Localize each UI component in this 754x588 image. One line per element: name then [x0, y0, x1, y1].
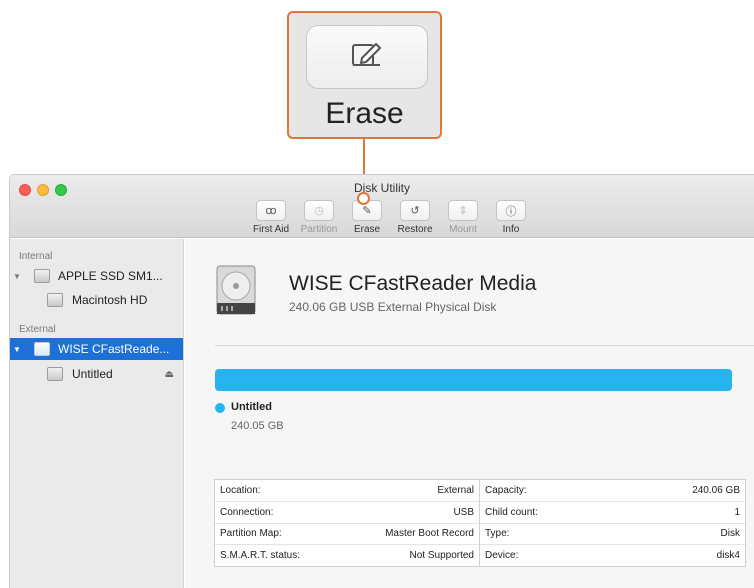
info-row: Connection: USB: [215, 502, 479, 524]
info-row: Device: disk4: [480, 545, 745, 566]
section-external: External: [19, 324, 56, 335]
external-disk-icon: [34, 342, 50, 356]
info-key: Device:: [485, 550, 519, 562]
disclosure-triangle-icon[interactable]: ▼: [13, 345, 21, 354]
info-value: disk4: [716, 550, 740, 562]
info-column-right: Capacity: 240.06 GB Child count: 1 Type: Di…: [480, 480, 745, 566]
mount-icon[interactable]: ⇕: [448, 200, 478, 221]
sidebar: Internal ▼ APPLE SSD SM1... Macintosh HD…: [10, 239, 184, 588]
erase-tool[interactable]: ✎ Erase: [343, 200, 391, 235]
toolbar: ꝏ First Aid ◷ Partition ✎ Erase ↺ Restor…: [247, 200, 535, 235]
volume-icon: [47, 367, 63, 381]
first-aid-tool[interactable]: ꝏ First Aid: [247, 200, 295, 235]
titlebar: Disk Utility ꝏ First Aid ◷ Partition ✎ E…: [10, 175, 754, 238]
erase-icon: [350, 40, 384, 75]
info-icon[interactable]: ⓘ: [496, 200, 526, 221]
info-key: Capacity:: [485, 484, 527, 496]
info-label: Info: [502, 224, 520, 235]
info-row: S.M.A.R.T. status: Not Supported: [215, 545, 479, 566]
sidebar-item-label: Macintosh HD: [72, 293, 148, 307]
callout-erase-button: [306, 25, 428, 89]
erase-label: Erase: [353, 224, 381, 235]
info-column-left: Location: External Connection: USB Partiti…: [215, 480, 480, 566]
info-row: Type: Disk: [480, 524, 745, 546]
volume-icon: [47, 293, 63, 307]
info-row: Child count: 1: [480, 502, 745, 524]
info-row: Location: External: [215, 480, 479, 502]
callout-label: Erase: [325, 97, 404, 130]
legend-volume-size: 240.05 GB: [231, 420, 284, 432]
info-value: 240.06 GB: [692, 484, 740, 496]
info-value: External: [437, 484, 474, 496]
sidebar-item-apple-ssd[interactable]: ▼ APPLE SSD SM1...: [10, 265, 183, 287]
info-key: Partition Map:: [220, 528, 282, 540]
sidebar-item-wise-cfast[interactable]: ▼ WISE CFastReade...: [10, 338, 183, 360]
mount-label: Mount: [449, 224, 477, 235]
callout-anchor-dot: [357, 192, 370, 205]
drive-name: WISE CFastReader Media: [289, 272, 537, 295]
main-panel: WISE CFastReader Media 240.06 GB USB Ext…: [185, 239, 754, 588]
restore-tool[interactable]: ↺ Restore: [391, 200, 439, 235]
info-value: USB: [453, 506, 474, 518]
drive-description: 240.06 GB USB External Physical Disk: [289, 300, 497, 314]
divider: [215, 345, 754, 346]
info-key: Child count:: [485, 506, 538, 518]
info-tool[interactable]: ⓘ Info: [487, 200, 535, 235]
mount-tool[interactable]: ⇕ Mount: [439, 200, 487, 235]
erase-callout: Erase: [287, 11, 442, 139]
info-key: Connection:: [220, 506, 274, 518]
internal-disk-icon: [34, 269, 50, 283]
first-aid-label: First Aid: [252, 224, 290, 235]
hard-disk-icon: [216, 265, 256, 315]
restore-icon[interactable]: ↺: [400, 200, 430, 221]
legend-dot: [215, 403, 225, 413]
sidebar-item-label: Untitled: [72, 367, 113, 381]
eject-icon[interactable]: ⏏: [165, 369, 174, 380]
usage-bar: [215, 369, 732, 391]
partition-label: Partition: [300, 224, 338, 235]
info-key: Location:: [220, 484, 261, 496]
legend-volume-name: Untitled: [231, 401, 272, 413]
restore-label: Restore: [397, 224, 433, 235]
sidebar-item-untitled[interactable]: Untitled ⏏: [10, 363, 183, 385]
sidebar-item-macintosh-hd[interactable]: Macintosh HD: [10, 289, 183, 311]
info-table: Location: External Connection: USB Partiti…: [214, 479, 746, 567]
window-title: Disk Utility: [354, 181, 410, 195]
info-value: 1: [734, 506, 740, 518]
info-row: Partition Map: Master Boot Record: [215, 524, 479, 546]
info-value: Master Boot Record: [385, 528, 474, 540]
info-row: Capacity: 240.06 GB: [480, 480, 745, 502]
info-value: Disk: [720, 528, 740, 540]
sidebar-item-label: WISE CFastReade...: [58, 342, 170, 356]
info-value: Not Supported: [409, 550, 475, 562]
partition-tool[interactable]: ◷ Partition: [295, 200, 343, 235]
stethoscope-icon[interactable]: ꝏ: [256, 200, 286, 221]
partition-icon[interactable]: ◷: [304, 200, 334, 221]
disclosure-triangle-icon[interactable]: ▼: [13, 272, 21, 281]
info-key: S.M.A.R.T. status:: [220, 550, 301, 562]
info-key: Type:: [485, 528, 510, 540]
disk-utility-window: Disk Utility ꝏ First Aid ◷ Partition ✎ E…: [9, 174, 754, 588]
section-internal: Internal: [19, 251, 53, 262]
sidebar-item-label: APPLE SSD SM1...: [58, 269, 163, 283]
